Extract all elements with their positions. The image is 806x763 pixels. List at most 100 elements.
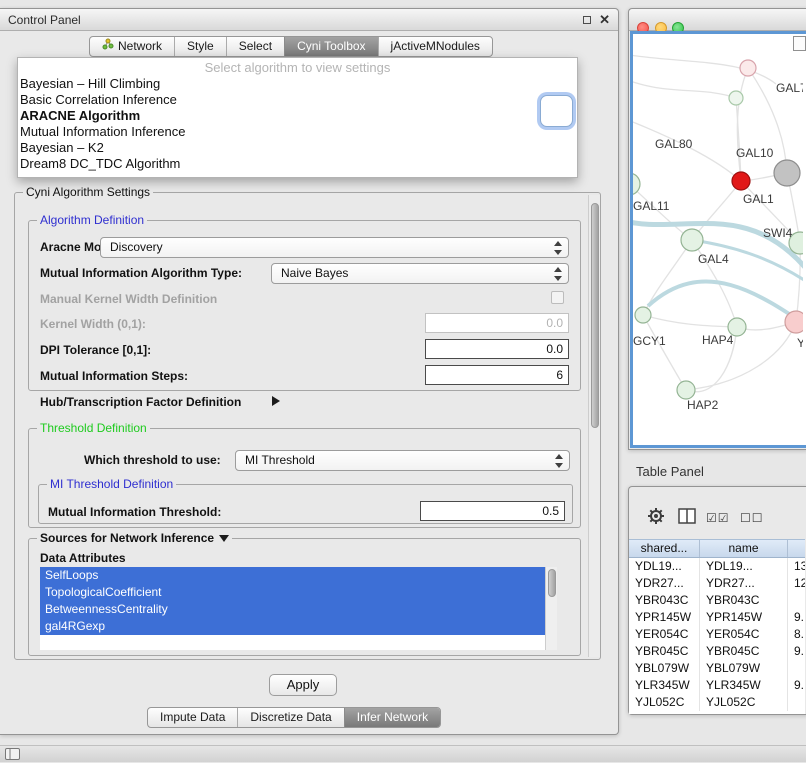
table-row[interactable]: YBL079WYBL079W	[629, 660, 805, 677]
data-attribute-option-betweennesscentrality[interactable]: BetweennessCentrality	[40, 601, 545, 618]
tab-style[interactable]: Style	[174, 37, 226, 56]
network-edge[interactable]	[737, 68, 748, 181]
clear-all-checkboxes-icon[interactable]: ☐☐	[740, 511, 764, 525]
algorithm-option-mutual-information-inference[interactable]: Mutual Information Inference	[18, 124, 577, 140]
table-cell[interactable]: 9.	[788, 643, 805, 660]
table-cell[interactable]: YJL052C	[629, 694, 700, 711]
sources-title[interactable]: Sources for Network Inference	[37, 531, 232, 545]
attributes-scrollbar[interactable]	[545, 567, 557, 650]
table-cell[interactable]: YBR043C	[629, 592, 700, 609]
table-cell[interactable]: 9.	[788, 677, 805, 694]
table-cell[interactable]: 12	[788, 575, 805, 592]
manual-kernel-checkbox[interactable]	[551, 291, 564, 304]
data-attribute-option-gal4rgexp[interactable]: gal4RGexp	[40, 618, 545, 635]
table-cell[interactable]: 8.	[788, 626, 805, 643]
network-edge[interactable]	[643, 315, 686, 390]
network-node[interactable]	[681, 229, 703, 251]
network-edge[interactable]	[643, 315, 737, 327]
expander-down-icon[interactable]	[219, 535, 229, 542]
network-node[interactable]	[740, 60, 756, 76]
settings-scrollbar[interactable]	[588, 195, 600, 657]
algorithm-option-basic-correlation-inference[interactable]: Basic Correlation Inference	[18, 92, 577, 108]
mi-threshold-field[interactable]: 0.5	[420, 501, 565, 521]
table-row[interactable]: YER054CYER054C8.	[629, 626, 805, 643]
kernel-width-field[interactable]: 0.0	[425, 313, 569, 333]
table-cell[interactable]: YJL052C	[700, 694, 788, 711]
table-cell[interactable]	[788, 660, 805, 677]
table-cell[interactable]: YBL079W	[700, 660, 788, 677]
table-row[interactable]: YBR045CYBR045C9.	[629, 643, 805, 660]
network-edge[interactable]	[648, 282, 803, 330]
dpi-tolerance-field[interactable]: 0.0	[425, 339, 569, 359]
table-cell[interactable]: YLR345W	[629, 677, 700, 694]
table-cell[interactable]: YDR27...	[629, 575, 700, 592]
table-cell[interactable]: YLR345W	[700, 677, 788, 694]
panel-toggle-icon[interactable]	[5, 748, 20, 763]
network-node[interactable]	[633, 173, 640, 195]
table-cell[interactable]: YER054C	[700, 626, 788, 643]
table-cell[interactable]: 9.	[788, 609, 805, 626]
network-node[interactable]	[732, 172, 750, 190]
algorithm-option-aracne-algorithm[interactable]: ARACNE Algorithm	[18, 108, 577, 124]
algorithm-option-bayesian-k2[interactable]: Bayesian – K2	[18, 140, 577, 156]
column-header-3[interactable]	[788, 540, 805, 557]
canvas-corner-button[interactable]	[793, 36, 806, 51]
tab-impute-data[interactable]: Impute Data	[148, 708, 237, 727]
data-attributes-list[interactable]: SelfLoopsTopologicalCoefficientBetweenne…	[40, 567, 545, 650]
aracne-mode-select[interactable]: Discovery	[100, 237, 569, 258]
data-attribute-option-topologicalcoefficient[interactable]: TopologicalCoefficient	[40, 584, 545, 601]
focused-spinner-field[interactable]	[540, 95, 573, 127]
table-row[interactable]: YPR145WYPR145W9.	[629, 609, 805, 626]
apply-button[interactable]: Apply	[269, 674, 337, 696]
table-cell[interactable]: YBL079W	[629, 660, 700, 677]
column-header-name[interactable]: name	[700, 540, 788, 557]
tab-select[interactable]: Select	[226, 37, 284, 56]
table-cell[interactable]: YPR145W	[629, 609, 700, 626]
which-threshold-select[interactable]: MI Threshold	[235, 450, 570, 471]
table-cell[interactable]: YBR043C	[700, 592, 788, 609]
gear-icon[interactable]	[646, 506, 666, 529]
table-cell[interactable]: 13	[788, 558, 805, 575]
network-view-titlebar[interactable]	[629, 9, 806, 31]
settings-scrollbar-thumb[interactable]	[591, 203, 599, 428]
table-row[interactable]: YLR345WYLR345W9.	[629, 677, 805, 694]
data-attribute-option-selfloops[interactable]: SelfLoops	[40, 567, 545, 584]
select-all-checkboxes-icon[interactable]: ☑☑	[706, 511, 730, 525]
control-panel-titlebar[interactable]: Control Panel ✕	[0, 9, 618, 31]
network-edge[interactable]	[796, 243, 800, 322]
close-icon[interactable]: ✕	[599, 12, 610, 28]
algorithm-option-bayesian-hill-climbing[interactable]: Bayesian – Hill Climbing	[18, 76, 577, 92]
network-edge[interactable]	[633, 78, 736, 98]
table-row[interactable]: YBR043CYBR043C	[629, 592, 805, 609]
table-cell[interactable]: YDL19...	[700, 558, 788, 575]
table-cell[interactable]: YPR145W	[700, 609, 788, 626]
float-window-icon[interactable]	[583, 16, 591, 24]
table-row[interactable]: YDR27...YDR27...12	[629, 575, 805, 592]
algorithm-option-dream8-dc-tdc-algorithm[interactable]: Dream8 DC_TDC Algorithm	[18, 156, 577, 172]
mi-type-select[interactable]: Naive Bayes	[271, 263, 569, 284]
hub-section-label[interactable]: Hub/Transcription Factor Definition	[40, 395, 241, 409]
table-cell[interactable]: YER054C	[629, 626, 700, 643]
table-cell[interactable]: YBR045C	[629, 643, 700, 660]
tab-cyni-toolbox[interactable]: Cyni Toolbox	[284, 37, 377, 56]
table-row[interactable]: YJL052CYJL052C	[629, 694, 805, 711]
tab-infer-network[interactable]: Infer Network	[344, 708, 440, 727]
network-node[interactable]	[774, 160, 800, 186]
column-header-shared[interactable]: shared...	[629, 540, 700, 557]
tab-jactivemnodules[interactable]: jActiveMNodules	[378, 37, 492, 56]
network-node[interactable]	[635, 307, 651, 323]
network-node[interactable]	[785, 311, 803, 333]
column-chooser-icon[interactable]	[678, 508, 696, 527]
table-row[interactable]: YDL19...YDL19...13	[629, 558, 805, 575]
table-cell[interactable]	[788, 694, 805, 711]
table-cell[interactable]	[788, 592, 805, 609]
network-node[interactable]	[729, 91, 743, 105]
network-node[interactable]	[677, 381, 695, 399]
mi-steps-field[interactable]: 6	[425, 365, 569, 385]
table-cell[interactable]: YBR045C	[700, 643, 788, 660]
tab-discretize-data[interactable]: Discretize Data	[237, 708, 343, 727]
expander-right-icon[interactable]	[272, 396, 280, 406]
table-cell[interactable]: YDL19...	[629, 558, 700, 575]
tab-network[interactable]: Network	[90, 37, 174, 56]
table-cell[interactable]: YDR27...	[700, 575, 788, 592]
